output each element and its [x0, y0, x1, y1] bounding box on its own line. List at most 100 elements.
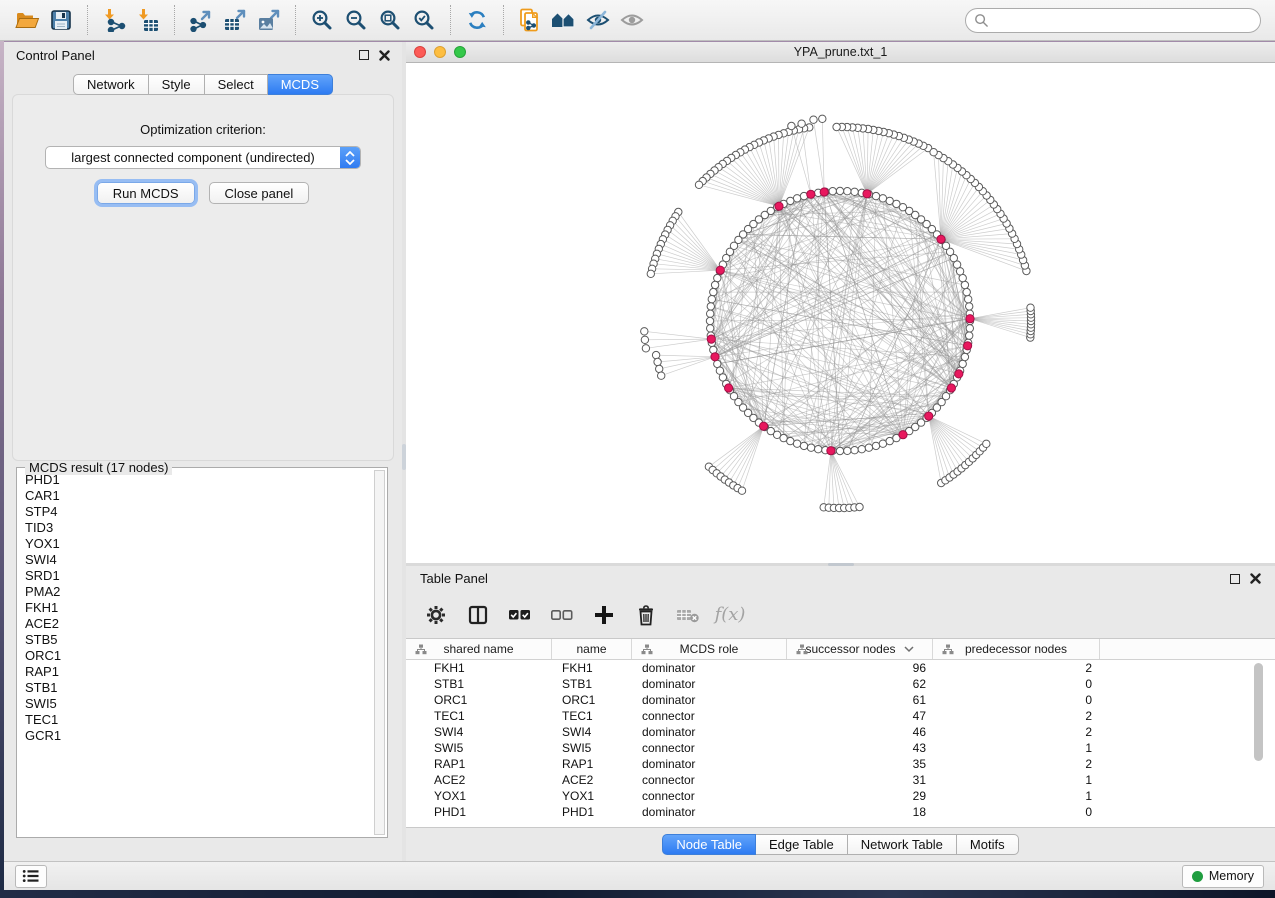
- column-header-shared-name[interactable]: shared name: [406, 639, 552, 659]
- float-panel-icon[interactable]: [359, 50, 369, 60]
- mcds-result-item[interactable]: TEC1: [25, 712, 371, 728]
- mcds-list-scrollbar[interactable]: [374, 470, 385, 835]
- graph-nodes[interactable]: [641, 115, 1035, 512]
- menu-list-icon: [22, 869, 40, 883]
- table-scrollbar-thumb[interactable]: [1254, 663, 1263, 761]
- tab-network[interactable]: Network: [73, 74, 149, 95]
- zoom-out-button[interactable]: [339, 4, 373, 36]
- search-input[interactable]: [995, 13, 1252, 27]
- table-cell: SWI5: [406, 740, 552, 756]
- table-cell: ACE2: [406, 772, 552, 788]
- mcds-result-item[interactable]: SWI4: [25, 552, 371, 568]
- float-panel-icon[interactable]: [1230, 574, 1240, 584]
- mcds-result-item[interactable]: ACE2: [25, 616, 371, 632]
- trash-icon: [635, 604, 657, 626]
- hide-selected-button[interactable]: [581, 4, 615, 36]
- table-row[interactable]: ORC1ORC1dominator610: [406, 692, 1275, 708]
- network-graph[interactable]: [406, 63, 1275, 563]
- mcds-result-item[interactable]: PMA2: [25, 584, 371, 600]
- close-panel-icon[interactable]: [1250, 573, 1261, 584]
- mcds-result-item[interactable]: FKH1: [25, 600, 371, 616]
- table-cell: dominator: [632, 724, 787, 740]
- run-mcds-button[interactable]: Run MCDS: [97, 182, 195, 204]
- show-columns-button[interactable]: [462, 599, 494, 631]
- table-cell: 35: [787, 756, 933, 772]
- mcds-result-item[interactable]: GCR1: [25, 728, 371, 744]
- column-header-name[interactable]: name: [552, 639, 632, 659]
- mcds-result-item[interactable]: YOX1: [25, 536, 371, 552]
- zoom-selected-button[interactable]: [407, 4, 441, 36]
- column-label: successor nodes: [805, 642, 895, 656]
- main-toolbar: [0, 0, 1275, 41]
- tab-node-table[interactable]: Node Table: [662, 834, 756, 855]
- tab-select[interactable]: Select: [205, 74, 268, 95]
- deselect-all-button[interactable]: [546, 599, 578, 631]
- mcds-result-item[interactable]: SRD1: [25, 568, 371, 584]
- table-cell-filler: [1100, 708, 1275, 724]
- zoom-out-icon: [344, 8, 368, 32]
- tab-network-table[interactable]: Network Table: [848, 834, 957, 855]
- mcds-result-item[interactable]: RAP1: [25, 664, 371, 680]
- tab-edge-table[interactable]: Edge Table: [756, 834, 848, 855]
- table-row[interactable]: SWI5SWI5connector431: [406, 740, 1275, 756]
- column-header-predecessor-nodes[interactable]: predecessor nodes: [933, 639, 1100, 659]
- table-row[interactable]: FKH1FKH1dominator962: [406, 660, 1275, 676]
- column-header-successor-nodes[interactable]: successor nodes: [787, 639, 933, 659]
- search-box[interactable]: [965, 8, 1261, 33]
- task-history-button[interactable]: [15, 865, 47, 888]
- mcds-result-item[interactable]: CAR1: [25, 488, 371, 504]
- column-type-icon: [942, 644, 954, 655]
- table-cell: dominator: [632, 756, 787, 772]
- memory-status-icon: [1192, 871, 1203, 882]
- table-row[interactable]: SWI4SWI4dominator462: [406, 724, 1275, 740]
- tab-motifs[interactable]: Motifs: [957, 834, 1019, 855]
- table-row[interactable]: YOX1YOX1connector291: [406, 788, 1275, 804]
- mcds-result-list[interactable]: PHD1CAR1STP4TID3YOX1SWI4SRD1PMA2FKH1ACE2…: [25, 472, 371, 835]
- export-image-button[interactable]: [252, 4, 286, 36]
- select-all-button[interactable]: [504, 599, 536, 631]
- table-row[interactable]: RAP1RAP1dominator352: [406, 756, 1275, 772]
- open-file-button[interactable]: [10, 4, 44, 36]
- table-row[interactable]: ACE2ACE2connector311: [406, 772, 1275, 788]
- mcds-result-item[interactable]: ORC1: [25, 648, 371, 664]
- table-row[interactable]: PHD1PHD1dominator180: [406, 804, 1275, 820]
- table-cell: 46: [787, 724, 933, 740]
- table-cell-filler: [1100, 676, 1275, 692]
- function-icon: f(x): [715, 604, 746, 625]
- save-session-button[interactable]: [44, 4, 78, 36]
- table-row[interactable]: TEC1TEC1connector472: [406, 708, 1275, 724]
- delete-column-button[interactable]: [630, 599, 662, 631]
- close-panel-button[interactable]: Close panel: [209, 182, 310, 204]
- import-network-button[interactable]: [97, 4, 131, 36]
- export-network-button[interactable]: [184, 4, 218, 36]
- table-cell: STB1: [552, 676, 632, 692]
- clone-network-button[interactable]: [513, 4, 547, 36]
- mcds-result-item[interactable]: PHD1: [25, 472, 371, 488]
- refresh-layout-button[interactable]: [460, 4, 494, 36]
- zoom-in-button[interactable]: [305, 4, 339, 36]
- mcds-result-item[interactable]: STB1: [25, 680, 371, 696]
- toolbar-separator: [174, 5, 175, 35]
- memory-button[interactable]: Memory: [1182, 865, 1264, 888]
- zoom-fit-button[interactable]: [373, 4, 407, 36]
- control-panel-header: Control Panel: [4, 42, 402, 68]
- table-row[interactable]: STB1STB1dominator620: [406, 676, 1275, 692]
- show-all-button[interactable]: [615, 4, 649, 36]
- column-header-mcds-role[interactable]: MCDS role: [632, 639, 787, 659]
- network-canvas[interactable]: [406, 63, 1275, 563]
- add-column-button[interactable]: [588, 599, 620, 631]
- first-neighbors-button[interactable]: [547, 4, 581, 36]
- table-settings-button[interactable]: [420, 599, 452, 631]
- mcds-result-item[interactable]: SWI5: [25, 696, 371, 712]
- optimization-criterion-select[interactable]: largest connected component (undirected): [45, 146, 361, 169]
- mcds-result-item[interactable]: TID3: [25, 520, 371, 536]
- import-table-button[interactable]: [131, 4, 165, 36]
- close-panel-icon[interactable]: [379, 50, 390, 61]
- status-bar: Memory: [4, 861, 1275, 890]
- export-table-button[interactable]: [218, 4, 252, 36]
- tab-style[interactable]: Style: [149, 74, 205, 95]
- tab-mcds[interactable]: MCDS: [268, 74, 333, 95]
- mcds-result-item[interactable]: STP4: [25, 504, 371, 520]
- table-cell: ORC1: [406, 692, 552, 708]
- mcds-result-item[interactable]: STB5: [25, 632, 371, 648]
